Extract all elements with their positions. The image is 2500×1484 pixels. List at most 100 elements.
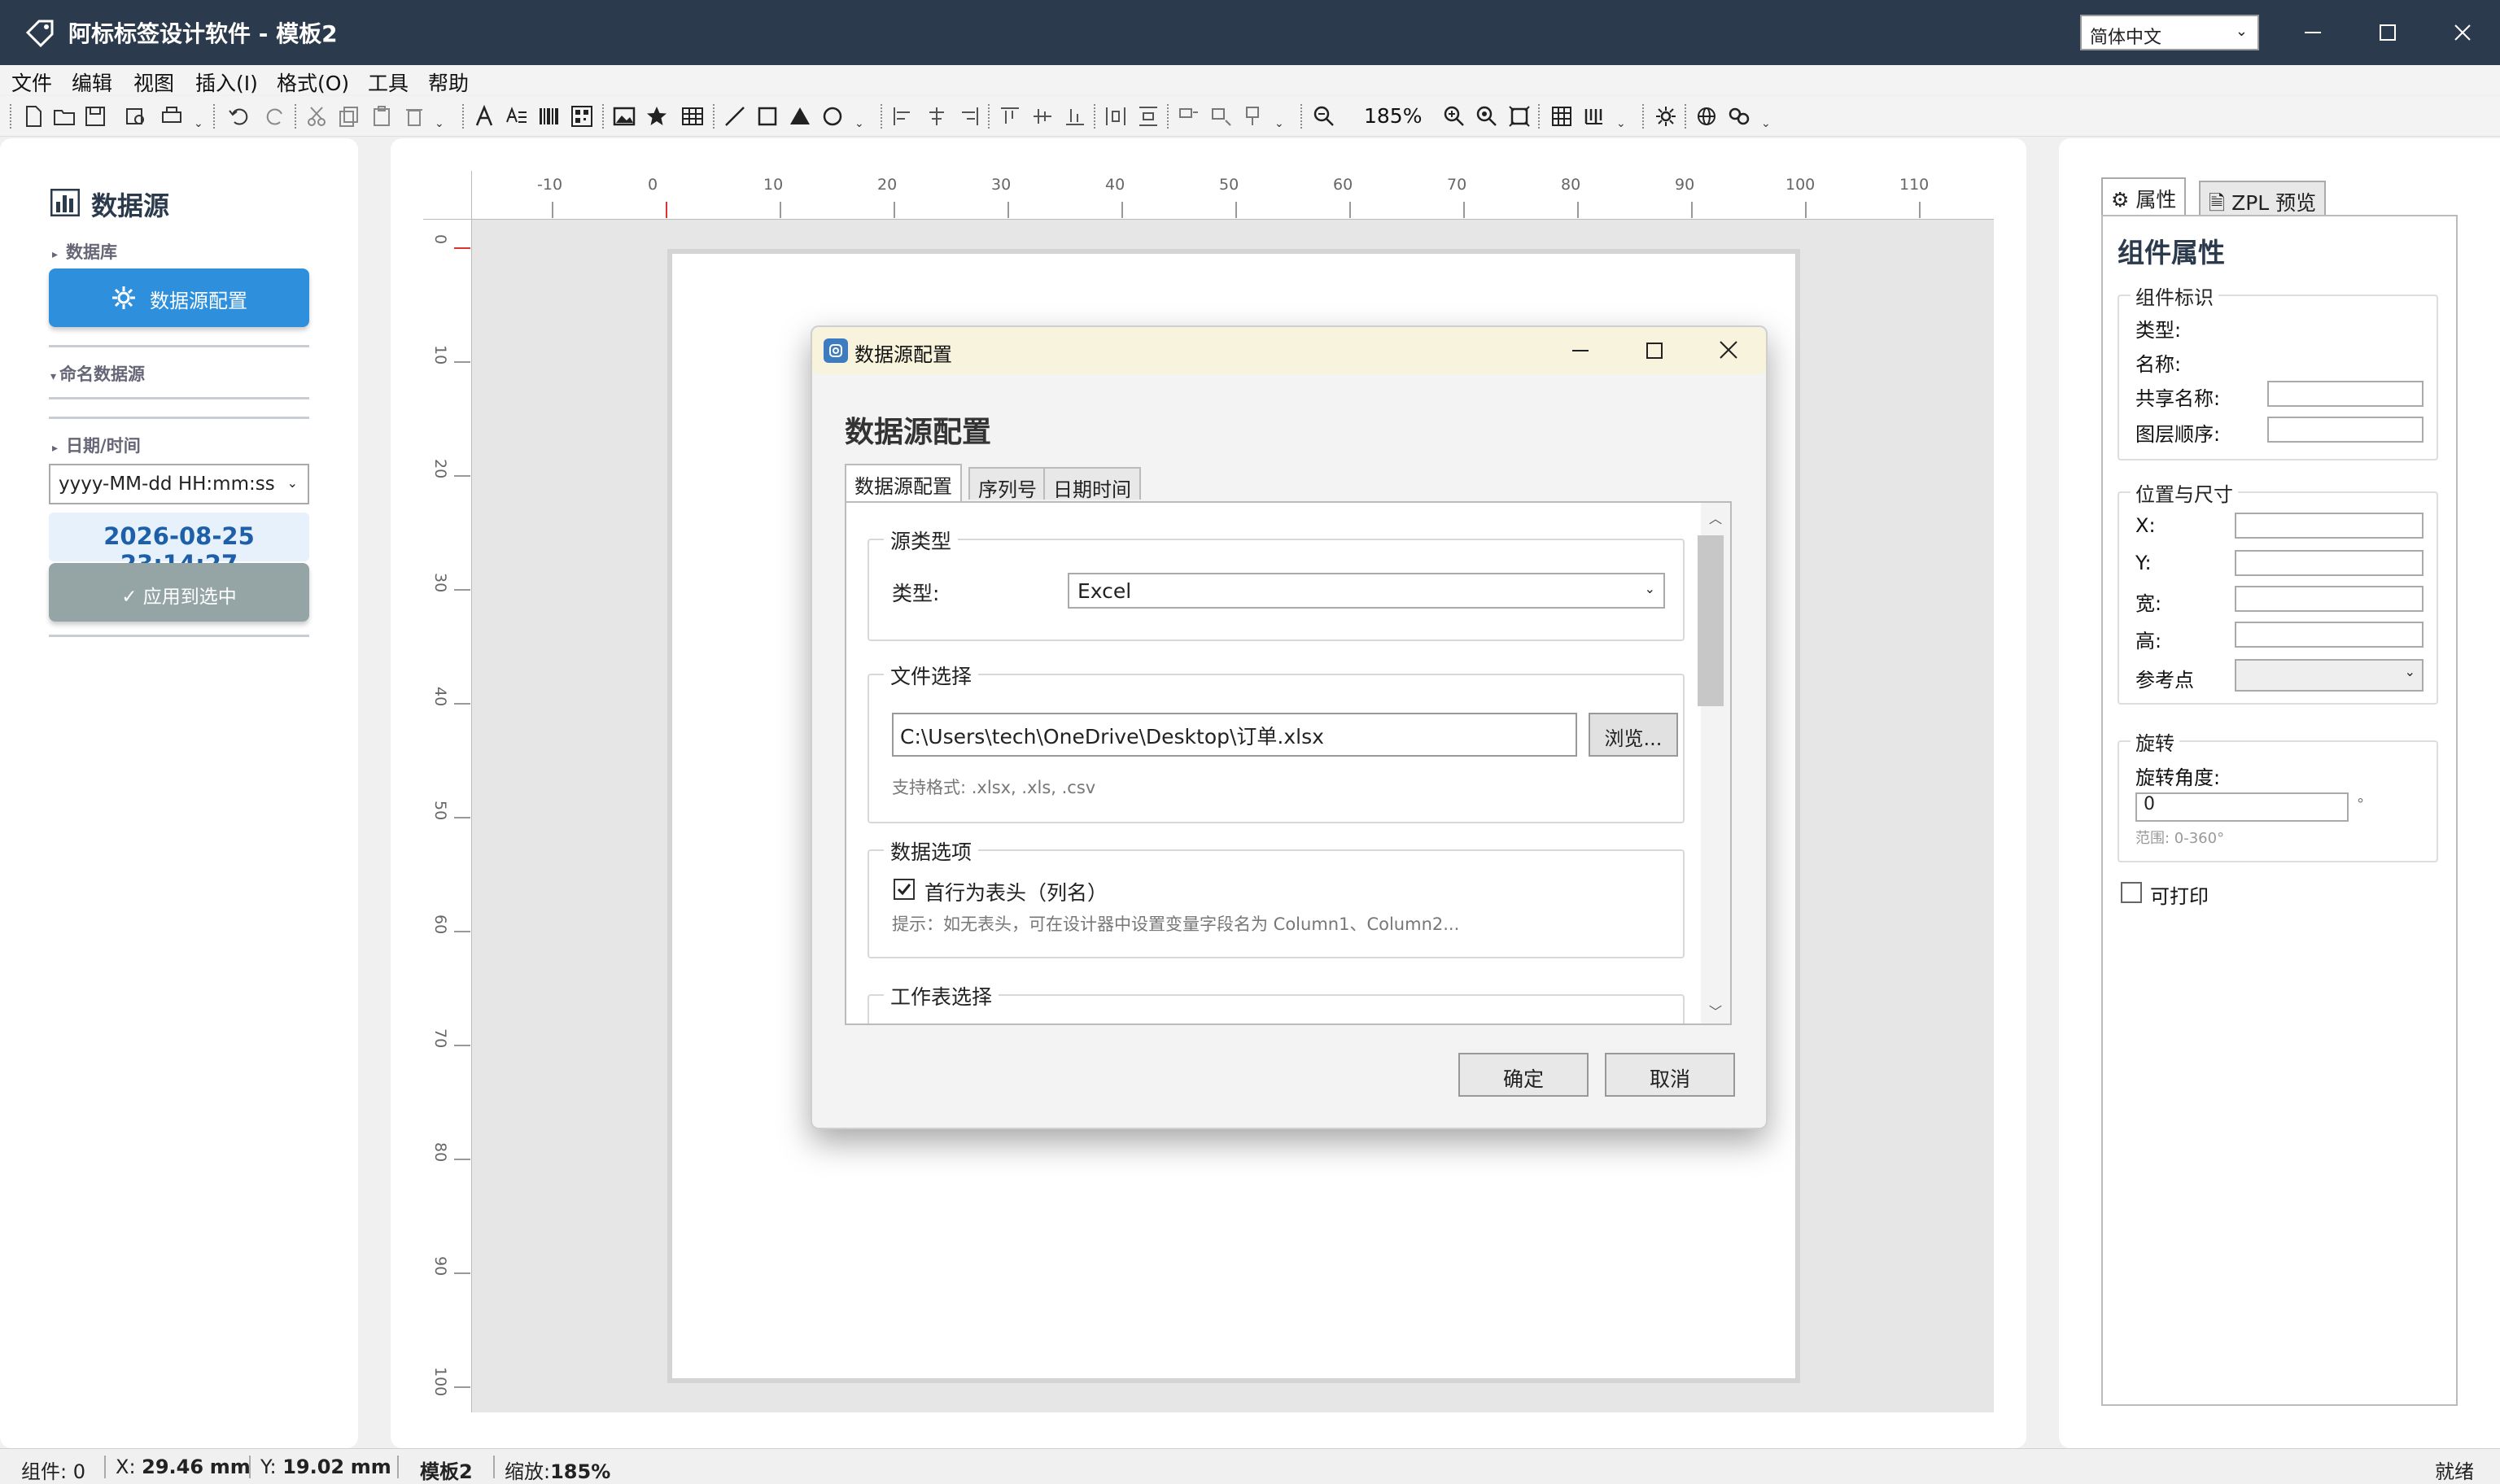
datetime-format-select[interactable]: yyyy-MM-dd HH:mm:ss ⌄ xyxy=(49,464,309,504)
section-datetime[interactable]: ▸ 日期/时间 xyxy=(52,433,141,457)
close-icon[interactable] xyxy=(1712,337,1745,364)
ok-button[interactable]: 确定 xyxy=(1458,1053,1589,1097)
browse-button[interactable]: 浏览... xyxy=(1589,713,1678,757)
height-input[interactable] xyxy=(2235,622,2424,648)
barcode-icon[interactable] xyxy=(537,104,562,129)
toolbar-overflow-icon[interactable]: ⌄ xyxy=(1616,117,1626,130)
menu-edit[interactable]: 编辑 xyxy=(72,68,112,97)
datasource-config-button[interactable]: 数据源配置 xyxy=(49,268,309,327)
distribute-vertical-icon[interactable] xyxy=(1136,104,1160,129)
align-left-icon[interactable] xyxy=(890,104,915,129)
datasource-config-dialog: 数据源配置 数据源配置 数据源配置 序列号 日期时间 源类型 类型: Excel… xyxy=(811,325,1768,1129)
printable-checkbox[interactable] xyxy=(2121,882,2142,903)
grid-icon[interactable] xyxy=(1549,104,1574,129)
x-input[interactable] xyxy=(2235,513,2424,539)
copy-icon[interactable] xyxy=(337,104,361,129)
minimize-button[interactable] xyxy=(2288,11,2337,54)
link-icon[interactable] xyxy=(1727,104,1751,129)
paste-icon[interactable] xyxy=(369,104,394,129)
qrcode-icon[interactable] xyxy=(570,104,594,129)
width-input[interactable] xyxy=(2235,586,2424,612)
settings-icon[interactable] xyxy=(1654,104,1678,129)
align-top-icon[interactable] xyxy=(998,104,1022,129)
ruler-tick xyxy=(1463,202,1465,218)
print-icon[interactable] xyxy=(160,104,184,129)
print-preview-icon[interactable] xyxy=(124,104,148,129)
same-width-icon[interactable] xyxy=(1177,104,1201,129)
ruler-icon[interactable] xyxy=(1582,104,1606,129)
redo-icon[interactable] xyxy=(264,104,288,129)
delete-icon[interactable] xyxy=(402,104,426,129)
language-select[interactable]: 简体中文 ⌄ xyxy=(2080,15,2259,50)
scrollbar-thumb[interactable] xyxy=(1698,535,1724,706)
rich-text-icon[interactable] xyxy=(505,104,529,129)
ruler-tick-label: 110 xyxy=(1899,176,1930,194)
zoom-out-icon[interactable] xyxy=(1312,104,1336,129)
menu-format[interactable]: 格式(O) xyxy=(277,68,349,97)
apply-to-selected-button[interactable]: ✓ 应用到选中 xyxy=(49,563,309,622)
new-file-icon[interactable] xyxy=(21,104,46,129)
save-icon[interactable] xyxy=(83,104,107,129)
close-button[interactable] xyxy=(2438,11,2487,54)
same-height-icon[interactable] xyxy=(1209,104,1234,129)
scroll-up-icon[interactable]: ︿ xyxy=(1709,508,1722,527)
distribute-horizontal-icon[interactable] xyxy=(1104,104,1128,129)
tab-datetime[interactable]: 日期时间 xyxy=(1043,467,1141,501)
table-icon[interactable] xyxy=(680,104,705,129)
cursor-x-unit: mm xyxy=(209,1456,251,1478)
header-hint: 提示：如无表头，可在设计器中设置变量字段名为 Column1、Column2..… xyxy=(892,914,1460,934)
triangle-icon[interactable] xyxy=(788,104,812,129)
open-folder-icon[interactable] xyxy=(52,104,76,129)
minimize-icon[interactable] xyxy=(1564,337,1597,364)
anchor-select[interactable]: ⌄ xyxy=(2235,659,2424,692)
align-bottom-icon[interactable] xyxy=(1063,104,1087,129)
maximize-icon[interactable] xyxy=(1637,337,1670,364)
y-input[interactable] xyxy=(2235,550,2424,576)
source-type-select[interactable]: Excel ⌄ xyxy=(1068,573,1665,609)
layer-order-input[interactable] xyxy=(2267,417,2424,443)
align-right-icon[interactable] xyxy=(957,104,981,129)
image-icon[interactable] xyxy=(612,104,636,129)
menu-insert[interactable]: 插入(I) xyxy=(195,68,258,97)
toolbar-separator xyxy=(988,104,990,129)
toolbar-overflow-icon[interactable]: ⌄ xyxy=(435,117,444,130)
tab-serial-number[interactable]: 序列号 xyxy=(968,467,1047,501)
header-row-checkbox[interactable] xyxy=(894,879,915,900)
file-path-input[interactable]: C:\Users\tech\OneDrive\Desktop\订单.xlsx xyxy=(892,713,1577,757)
divider xyxy=(49,635,309,637)
dialog-scrollbar[interactable]: ︿ ﹀ xyxy=(1698,503,1730,1024)
zoom-in-icon[interactable] xyxy=(1442,104,1466,129)
cut-icon[interactable] xyxy=(304,104,329,129)
menu-file[interactable]: 文件 xyxy=(11,68,52,97)
align-middle-icon[interactable] xyxy=(1030,104,1055,129)
fit-page-icon[interactable] xyxy=(1507,104,1532,129)
star-icon[interactable] xyxy=(645,104,669,129)
toolbar-overflow-icon[interactable]: ⌄ xyxy=(1761,117,1771,130)
toolbar-overflow-icon[interactable]: ⌄ xyxy=(1274,117,1284,130)
line-icon[interactable] xyxy=(723,104,747,129)
zoom-actual-icon[interactable] xyxy=(1475,104,1499,129)
shared-name-input[interactable] xyxy=(2267,381,2424,407)
web-icon[interactable] xyxy=(1694,104,1719,129)
toolbar-grip xyxy=(10,104,11,129)
menu-view[interactable]: 视图 xyxy=(133,68,174,97)
scroll-down-icon[interactable]: ﹀ xyxy=(1709,1001,1722,1020)
rectangle-icon[interactable] xyxy=(755,104,780,129)
maximize-button[interactable] xyxy=(2363,11,2412,54)
menu-help[interactable]: 帮助 xyxy=(428,68,469,97)
rotation-angle-input[interactable]: 0 xyxy=(2135,792,2349,822)
tab-properties[interactable]: ⚙ 属性 xyxy=(2101,177,2187,216)
tab-zpl-preview[interactable]: 🗎 ZPL 预览 xyxy=(2199,181,2327,215)
menu-tools[interactable]: 工具 xyxy=(368,68,409,97)
same-size-icon[interactable] xyxy=(1242,104,1266,129)
text-icon[interactable] xyxy=(472,104,496,129)
section-named-datasource[interactable]: ▾ 命名数据源 xyxy=(50,361,145,386)
tab-datasource-config[interactable]: 数据源配置 xyxy=(845,464,962,501)
align-center-icon[interactable] xyxy=(924,104,949,129)
ellipse-icon[interactable] xyxy=(820,104,845,129)
undo-icon[interactable] xyxy=(226,104,251,129)
cancel-button[interactable]: 取消 xyxy=(1605,1053,1735,1097)
toolbar-overflow-icon[interactable]: ⌄ xyxy=(854,117,864,130)
section-database[interactable]: ▸ 数据库 xyxy=(52,239,117,264)
toolbar-overflow-icon[interactable]: ⌄ xyxy=(194,117,203,130)
